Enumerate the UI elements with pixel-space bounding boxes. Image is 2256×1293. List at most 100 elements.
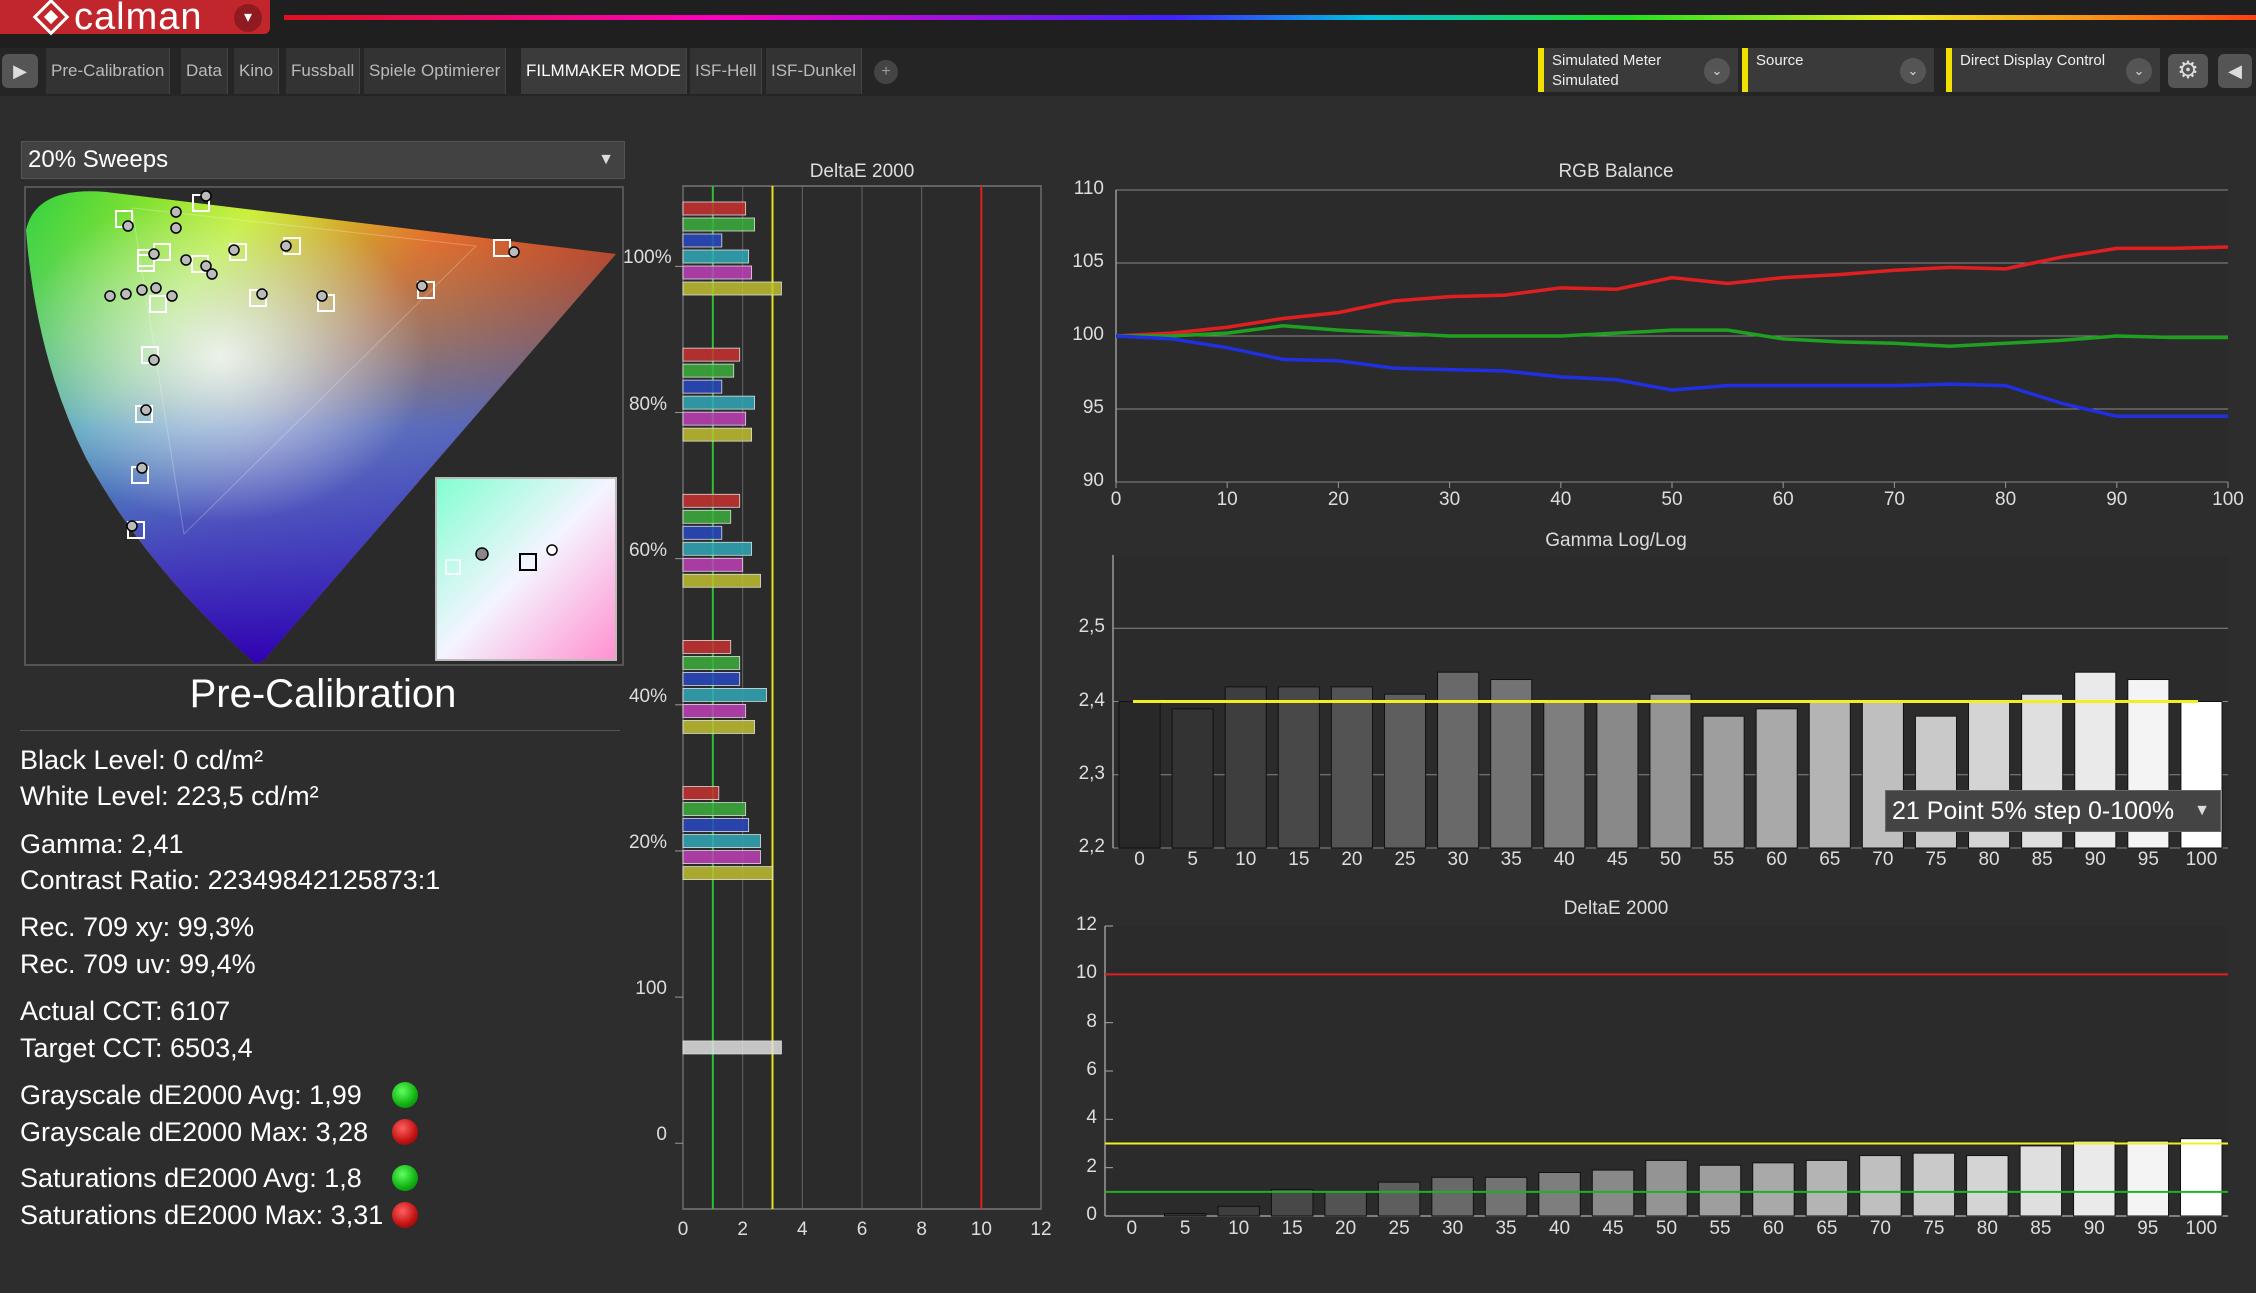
gs-de-x-tick: 85 [2030,1218,2052,1239]
gs-de-x-tick: 5 [1179,1218,1191,1239]
sat-group-label: 0 [656,1124,667,1146]
gamma-x-tick: 30 [1447,849,1469,870]
gs-de-bar [1591,1169,1635,1217]
gs-de-bar [1484,1176,1528,1217]
gamma-x-tick: 70 [1872,849,1894,870]
gs-de-bar [1377,1181,1421,1217]
gs-de-y-tick: 2 [1086,1155,1097,1177]
gamma-x-tick: 100 [2185,849,2218,870]
gs-de-x-tick: 60 [1762,1218,1784,1239]
rgb-y-tick: 110 [1073,178,1104,199]
sat-x-tick: 8 [916,1219,927,1240]
gamma-bar [1437,671,1480,849]
sat-group-label: 80% [628,393,667,415]
gs-de-y-tick: 4 [1086,1107,1097,1129]
gamma-bar [1543,701,1586,849]
gamma-bar [1702,715,1745,849]
gs-de-y-tick: 8 [1086,1010,1097,1032]
gs-de-x-tick: 15 [1281,1218,1303,1239]
gs-de-x-tick: 90 [2083,1218,2105,1239]
gamma-y-tick: 2,3 [1078,762,1105,784]
gs-de-bar [1752,1162,1795,1217]
gamma-x-tick: 20 [1341,849,1363,870]
gamma-x-tick: 25 [1394,849,1416,870]
gs-de-bar [1645,1159,1688,1217]
gamma-x-tick: 40 [1553,849,1575,870]
gs-de-bar [2180,1138,2223,1217]
sat-group-label: 100% [623,247,672,269]
gamma-bar [1755,708,1798,849]
gamma-x-tick: 45 [1606,849,1628,870]
rgb-x-tick: 0 [1110,489,1122,510]
rgb-x-tick: 80 [1995,489,2017,510]
gs-de-bar [1966,1155,2009,1217]
gamma-x-tick: 90 [2084,849,2106,870]
rgb-y-tick: 100 [1072,324,1104,345]
gamma-x-tick: 80 [1978,849,2000,870]
sat-group-label: 60% [628,539,667,561]
gamma-x-tick: 35 [1500,849,1522,870]
rgb-x-tick: 30 [1439,489,1461,510]
gamma-bar [1330,686,1373,849]
gamma-range-select[interactable]: 21 Point 5% step 0-100% ▼ [1885,790,2221,832]
gs-de-x-tick: 40 [1548,1218,1571,1239]
gs-de-x-tick: 30 [1442,1218,1464,1239]
sat-x-tick: 6 [856,1219,868,1240]
rgb-x-tick: 10 [1216,489,1238,510]
gs-de-x-tick: 75 [1923,1218,1945,1239]
gamma-y-tick: 2,4 [1078,689,1105,711]
gamma-bar [1118,701,1161,849]
gamma-x-tick: 65 [1819,849,1841,870]
gamma-bar [1596,701,1639,849]
sat-x-tick: 2 [737,1219,748,1240]
gs-de-x-tick: 55 [1709,1218,1731,1239]
gs-de-x-tick: 20 [1335,1218,1357,1239]
sat-x-tick: 10 [970,1219,992,1240]
gamma-bar [1224,686,1267,849]
gamma-bar [1490,679,1533,849]
gamma-bar [1383,693,1427,849]
sat-group-label: 40% [628,685,667,707]
rgb-x-tick: 100 [2212,489,2244,510]
gs-de-bar [1217,1205,1260,1217]
rgb-y-tick: 105 [1072,251,1104,272]
rgb-x-tick: 90 [2106,489,2128,510]
gamma-x-tick: 50 [1659,849,1682,870]
sat-x-tick: 0 [677,1219,689,1240]
gs-de-y-tick: 12 [1075,914,1097,935]
gs-de-bar [2126,1140,2170,1217]
rgb-x-tick: 50 [1661,489,1683,510]
gamma-x-tick: 5 [1187,849,1198,870]
gs-de-x-tick: 0 [1126,1218,1138,1239]
gamma-x-tick: 10 [1235,849,1257,870]
gs-de-x-tick: 25 [1388,1218,1410,1239]
gs-de-bar [1538,1172,1581,1217]
rgb-y-tick: 95 [1082,397,1104,418]
gamma-bar [1171,708,1214,849]
gs-de-x-tick: 50 [1655,1218,1678,1239]
gs-de-x-tick: 95 [2137,1218,2159,1239]
gs-de-bar [1270,1188,1314,1217]
gs-de-y-tick: 10 [1075,962,1097,984]
sat-group-label: 100 [635,978,667,1000]
gs-de-x-tick: 80 [1976,1218,1998,1239]
gs-de-bar [1805,1159,1849,1217]
gamma-range-value: 21 Point 5% step 0-100% [1892,797,2175,825]
gs-de-x-tick: 35 [1495,1218,1517,1239]
caret-down-icon: ▼ [2194,802,2210,819]
gamma-x-tick: 60 [1766,849,1788,870]
gs-de-bar [1324,1191,1367,1217]
gs-de-x-tick: 100 [2185,1218,2218,1239]
rgb-x-tick: 70 [1883,489,1905,510]
gs-de-y-tick: 0 [1086,1204,1097,1225]
gamma-x-tick: 15 [1288,849,1310,870]
gamma-x-tick: 85 [2031,849,2053,870]
gs-de-bar [1859,1155,1902,1217]
grayscale-charts [1104,189,2229,1217]
gs-de-bar [2019,1145,2063,1217]
gamma-x-tick: 95 [2137,849,2159,870]
gs-de-x-tick: 70 [1869,1218,1891,1239]
sat-group-label: 20% [628,831,667,853]
gamma-y-tick: 2,2 [1078,836,1105,857]
gamma-x-tick: 75 [1925,849,1947,870]
